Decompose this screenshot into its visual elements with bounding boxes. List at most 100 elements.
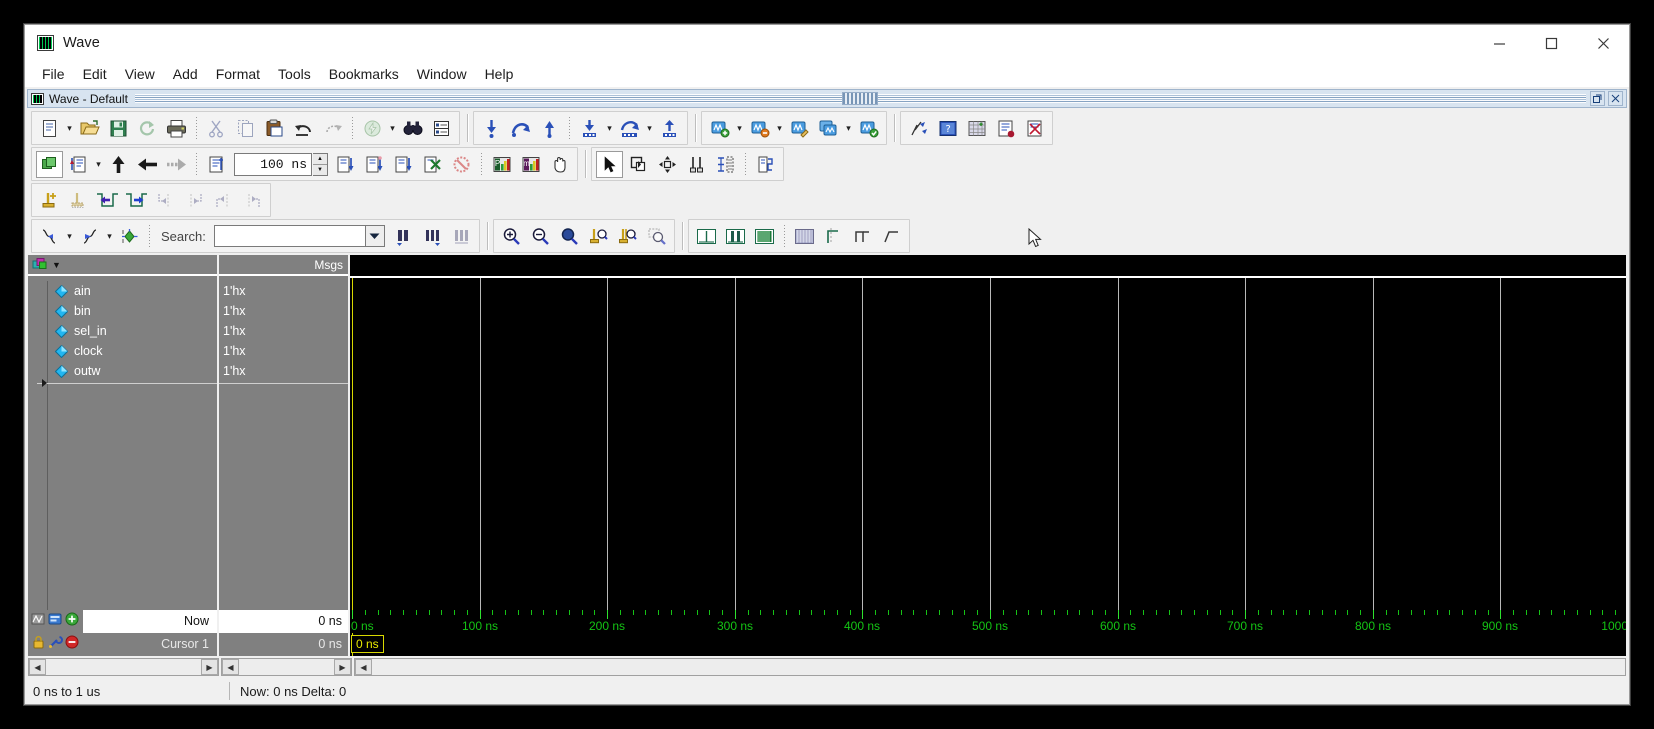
wave-single-icon[interactable] — [693, 223, 720, 250]
left-arrow-icon[interactable]: ◀ — [222, 659, 239, 675]
wave-remove-icon[interactable] — [746, 115, 773, 142]
right-arrow-icon[interactable]: ▶ — [334, 659, 351, 675]
stepper-down-icon[interactable]: ▼ — [313, 165, 327, 175]
clear-log-icon[interactable] — [1021, 115, 1048, 142]
signal-row-bin[interactable]: bin — [28, 301, 217, 321]
properties-icon[interactable] — [428, 115, 455, 142]
step-over-icon[interactable] — [361, 151, 388, 178]
wave-remove-dropdown-caret[interactable]: ▾ — [774, 115, 785, 142]
next-transition-icon[interactable] — [123, 187, 150, 214]
now-marker-icon[interactable] — [31, 612, 46, 631]
floppy-disk-icon[interactable] — [105, 115, 132, 142]
blue-down-pin-icon[interactable] — [478, 115, 505, 142]
scissors-icon[interactable] — [203, 115, 230, 142]
menu-help[interactable]: Help — [476, 63, 523, 85]
clipboard-paste-icon[interactable] — [261, 115, 288, 142]
menu-format[interactable]: Format — [207, 63, 269, 85]
names-hscrollbar[interactable]: ◀ ▶ — [28, 658, 219, 676]
delete-cursor-icon[interactable] — [65, 187, 92, 214]
collapse-time-dropdown-caret[interactable]: ▾ — [104, 223, 115, 250]
maximize-icon[interactable] — [1525, 25, 1577, 61]
red-break-icon[interactable] — [448, 151, 475, 178]
binoculars-icon[interactable] — [399, 115, 426, 142]
run-length-field[interactable]: 100 ns — [234, 152, 312, 176]
document-icon[interactable] — [36, 115, 63, 142]
zoom-out-icon[interactable] — [527, 223, 554, 250]
stop-x-icon[interactable] — [419, 151, 446, 178]
gray-right-arrow-icon[interactable] — [163, 151, 190, 178]
zoom-cursor-icon[interactable] — [585, 223, 612, 250]
menu-view[interactable]: View — [116, 63, 164, 85]
printer-icon[interactable] — [163, 115, 190, 142]
reload-icon[interactable] — [134, 115, 161, 142]
black-up-arrow-icon[interactable] — [105, 151, 132, 178]
wave-mosaic-icon[interactable] — [791, 223, 818, 250]
menu-tools[interactable]: Tools — [269, 63, 320, 85]
cursor-marker-row[interactable]: 0 ns — [350, 633, 1626, 656]
step-over-dropdown-caret[interactable]: ▾ — [644, 115, 655, 142]
left-arrow-icon[interactable]: ◀ — [355, 659, 372, 675]
wave-apply-icon[interactable] — [855, 115, 882, 142]
time-ruler[interactable]: 0 ns 100 ns 200 ns 300 ns 400 ns 500 ns 600 ns… — [350, 610, 1626, 633]
menu-add[interactable]: Add — [164, 63, 207, 85]
folder-open-icon[interactable] — [76, 115, 103, 142]
find-prev-falling-icon[interactable] — [152, 187, 179, 214]
redo-arrow-icon[interactable] — [319, 115, 346, 142]
dock-drag-rail[interactable] — [134, 92, 1586, 105]
left-arrow-icon[interactable]: ◀ — [29, 659, 46, 675]
down-into-icon[interactable] — [576, 115, 603, 142]
up-out-icon[interactable] — [656, 115, 683, 142]
signal-row-ain[interactable]: ain — [28, 281, 217, 301]
signal-row-sel_in[interactable]: sel_in — [28, 321, 217, 341]
search-next-icon[interactable] — [419, 223, 446, 250]
values-scroll-track[interactable] — [239, 659, 334, 675]
zoom-last-icon[interactable] — [643, 223, 670, 250]
arrow-cursor-icon[interactable] — [596, 150, 623, 178]
two-cursors-icon[interactable] — [683, 151, 710, 178]
wave-add-icon[interactable] — [706, 115, 733, 142]
wave-dual-icon[interactable] — [722, 223, 749, 250]
log-icon[interactable] — [992, 115, 1019, 142]
minimize-icon[interactable] — [1473, 25, 1525, 61]
wave-scroll-track[interactable] — [372, 659, 1625, 675]
step-down-dropdown-caret[interactable]: ▾ — [604, 115, 615, 142]
wave-hscrollbar[interactable]: ◀ — [354, 658, 1626, 676]
document-dropdown-caret[interactable]: ▾ — [64, 115, 75, 142]
search-input-wrapper[interactable] — [213, 225, 366, 247]
undock-icon[interactable] — [1590, 91, 1605, 106]
undo-arrow-icon[interactable] — [290, 115, 317, 142]
blue-swoosh-icon[interactable] — [507, 115, 534, 142]
insert-cursor-icon[interactable] — [36, 187, 63, 214]
step-into-icon[interactable] — [332, 151, 359, 178]
wave-multi-icon[interactable] — [751, 223, 778, 250]
wave-edit-icon[interactable] — [786, 115, 813, 142]
zoom-full-icon[interactable] — [556, 223, 583, 250]
now-panel-icon[interactable] — [48, 612, 63, 631]
close-icon[interactable] — [1577, 25, 1629, 61]
help-grid-icon[interactable]: ? — [934, 115, 961, 142]
profile-p-icon[interactable]: P — [488, 151, 515, 178]
wave-copy-dropdown-caret[interactable]: ▾ — [843, 115, 854, 142]
dock-grip[interactable] — [842, 92, 879, 105]
run-all-icon[interactable] — [203, 151, 230, 178]
stepper-up-icon[interactable]: ▲ — [313, 154, 327, 165]
restart-icon[interactable] — [36, 150, 63, 178]
prev-transition-icon[interactable] — [94, 187, 121, 214]
cursor-delete-icon[interactable] — [65, 635, 79, 654]
search-input[interactable] — [214, 226, 365, 246]
signal-trace-icon[interactable] — [752, 151, 779, 178]
collapse-time-icon[interactable] — [76, 223, 103, 250]
wave-add-dropdown-caret[interactable]: ▾ — [734, 115, 745, 142]
names-scroll-track[interactable] — [46, 659, 201, 675]
search-prev-icon[interactable] — [390, 223, 417, 250]
wave-slope-icon[interactable] — [878, 223, 905, 250]
zoom-range-icon[interactable] — [614, 223, 641, 250]
zoom-select-icon[interactable] — [625, 151, 652, 178]
swoosh-over-icon[interactable] — [616, 115, 643, 142]
values-hscrollbar[interactable]: ◀ ▶ — [221, 658, 352, 676]
object-filter-icon[interactable] — [32, 257, 50, 272]
wave-edge-icon[interactable] — [820, 223, 847, 250]
expand-time-icon[interactable] — [36, 223, 63, 250]
black-left-arrow-icon[interactable] — [134, 151, 161, 178]
cursor-lock-icon[interactable] — [31, 635, 46, 654]
